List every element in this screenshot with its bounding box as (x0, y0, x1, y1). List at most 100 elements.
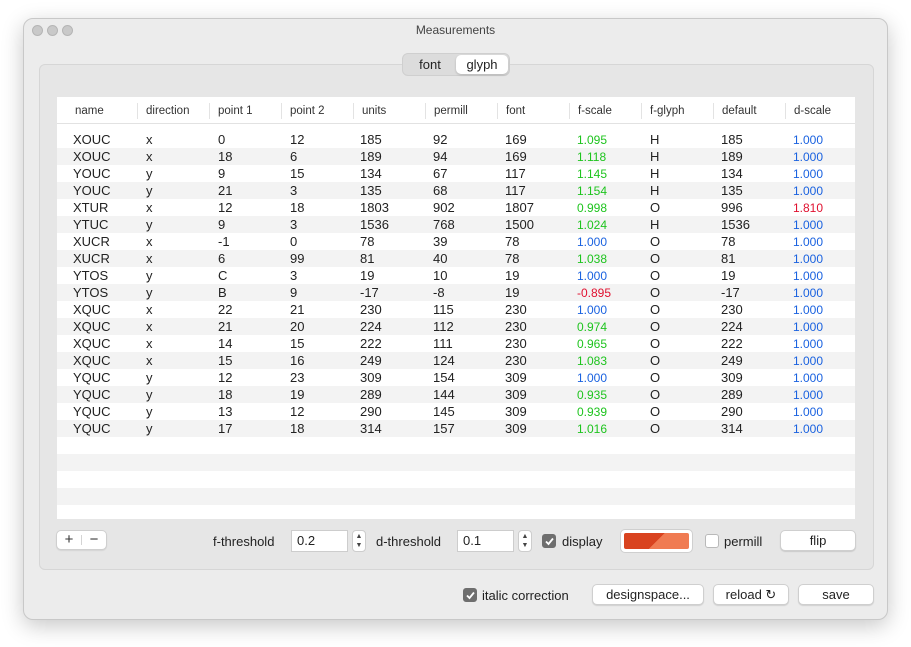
stepper-up-icon[interactable]: ▲ (353, 533, 365, 541)
table-row[interactable]: YTOS y C 3 19 10 19 1.000 O 19 1.000 (57, 267, 855, 284)
cell-point-1: 18 (218, 387, 233, 402)
table-row[interactable]: YQUC y 18 19 289 144 309 0.935 O 289 1.000 (57, 386, 855, 403)
cell-direction: y (146, 387, 153, 402)
cell-d-scale: 1.000 (793, 422, 824, 436)
table-row[interactable]: YQUC y 12 23 309 154 309 1.000 O 309 1.000 (57, 369, 855, 386)
italic-correction-checkbox[interactable] (463, 588, 477, 602)
flip-button[interactable]: flip (780, 530, 856, 551)
cell-point-2: 18 (290, 421, 305, 436)
table-row[interactable]: XOUC x 0 12 185 92 169 1.095 H 185 1.000 (57, 131, 855, 148)
table-row[interactable]: XTUR x 12 18 1803 902 1807 0.998 O 996 1.810 (57, 199, 855, 216)
column-header-f-scale[interactable]: f-scale (569, 103, 641, 119)
d-threshold-stepper[interactable]: ▲ ▼ (518, 530, 532, 552)
f-threshold-input[interactable]: 0.2 (291, 530, 348, 552)
column-header-point-1[interactable]: point 1 (209, 103, 281, 119)
table-row[interactable]: XUCR x 6 99 81 40 78 1.038 O 81 1.000 (57, 250, 855, 267)
cell-direction: x (146, 132, 153, 147)
table-row[interactable]: XUCR x -1 0 78 39 78 1.000 O 78 1.000 (57, 233, 855, 250)
f-threshold-stepper[interactable]: ▲ ▼ (352, 530, 366, 552)
cell-d-scale: 1.000 (793, 405, 824, 419)
cell-f-glyph: H (650, 217, 660, 232)
tab-glyph[interactable]: glyph (456, 55, 508, 74)
cell-font: 1500 (505, 217, 534, 232)
column-header-f-glyph[interactable]: f-glyph (641, 103, 713, 119)
cell-name: YTOS (73, 285, 109, 300)
column-header-point-2[interactable]: point 2 (281, 103, 353, 119)
cell-font: 230 (505, 319, 527, 334)
table-row[interactable]: XOUC x 18 6 189 94 169 1.118 H 189 1.000 (57, 148, 855, 165)
cell-f-glyph: O (650, 268, 661, 283)
cell-default: 314 (721, 421, 743, 436)
table-row[interactable]: YQUC y 13 12 290 145 309 0.939 O 290 1.000 (57, 403, 855, 420)
cell-point-2: 9 (290, 285, 298, 300)
cell-font: 19 (505, 268, 520, 283)
column-header-font[interactable]: font (497, 103, 569, 119)
tab-font[interactable]: font (404, 55, 456, 74)
column-header-direction[interactable]: direction (137, 103, 209, 119)
save-button[interactable]: save (798, 584, 874, 605)
cell-units: 189 (360, 149, 382, 164)
cell-permill: 115 (433, 302, 454, 317)
display-checkbox[interactable] (542, 534, 556, 548)
measurements-window: Measurements font glyph name direction poi… (23, 18, 888, 620)
cell-point-1: 18 (218, 149, 233, 164)
table-row[interactable]: YQUC y 17 18 314 157 309 1.016 O 314 1.000 (57, 420, 855, 437)
table-row[interactable]: YTUC y 9 3 1536 768 1500 1.024 H 1536 1.000 (57, 216, 855, 233)
stepper-up-icon[interactable]: ▲ (519, 533, 531, 541)
cell-permill: 768 (433, 217, 455, 232)
measurements-table[interactable]: name direction point 1 point 2 units permill f… (57, 97, 855, 519)
cell-f-scale: 0.939 (577, 405, 608, 419)
cell-font: 78 (505, 251, 520, 266)
cell-direction: y (146, 166, 153, 181)
table-row[interactable]: XQUC x 21 20 224 112 230 0.974 O 224 1.000 (57, 318, 855, 335)
table-row[interactable]: XQUC x 22 21 230 115 230 1.000 O 230 1.000 (57, 301, 855, 318)
stepper-down-icon[interactable]: ▼ (519, 542, 531, 550)
cell-units: 224 (360, 319, 382, 334)
cell-f-glyph: H (650, 132, 660, 147)
cell-point-2: 12 (290, 132, 305, 147)
empty-row (57, 437, 855, 454)
cell-direction: x (146, 353, 153, 368)
add-row-button[interactable]: + (57, 531, 81, 549)
table-header: name direction point 1 point 2 units permill f… (57, 97, 855, 124)
cell-default: 185 (721, 132, 743, 147)
permill-checkbox[interactable] (705, 534, 719, 548)
add-remove-control: + − (56, 530, 107, 550)
cell-point-2: 19 (290, 387, 305, 402)
cell-default: 222 (721, 336, 743, 351)
display-label: display (562, 534, 603, 549)
cell-default: 290 (721, 404, 743, 419)
cell-direction: x (146, 302, 153, 317)
cell-font: 309 (505, 404, 527, 419)
cell-point-1: 13 (218, 404, 233, 419)
remove-row-button[interactable]: − (82, 531, 106, 549)
column-header-default[interactable]: default (713, 103, 785, 119)
table-row[interactable]: XQUC x 14 15 222 111 230 0.965 O 222 1.000 (57, 335, 855, 352)
column-header-name[interactable]: name (57, 103, 137, 119)
cell-units: 1803 (360, 200, 389, 215)
table-row[interactable]: XQUC x 15 16 249 124 230 1.083 O 249 1.000 (57, 352, 855, 369)
designspace-button[interactable]: designspace... (592, 584, 704, 605)
table-row[interactable]: YOUC y 21 3 135 68 117 1.154 H 135 1.000 (57, 182, 855, 199)
d-threshold-input[interactable]: 0.1 (457, 530, 514, 552)
column-header-permill[interactable]: permill (425, 103, 497, 119)
cell-d-scale: 1.000 (793, 371, 824, 385)
cell-default: 309 (721, 370, 743, 385)
cell-point-2: 16 (290, 353, 305, 368)
cell-f-scale: 1.024 (577, 218, 608, 232)
cell-permill: 40 (433, 251, 448, 266)
cell-direction: y (146, 268, 153, 283)
column-header-d-scale[interactable]: d-scale (785, 103, 855, 119)
table-row[interactable]: YOUC y 9 15 134 67 117 1.145 H 134 1.000 (57, 165, 855, 182)
cell-point-1: 22 (218, 302, 233, 317)
cell-f-glyph: O (650, 200, 661, 215)
color-well[interactable] (620, 529, 693, 553)
table-row[interactable]: YTOS y B 9 -17 -8 19 -0.895 O -17 1.000 (57, 284, 855, 301)
reload-button[interactable]: reload ↻ (713, 584, 789, 605)
cell-name: XOUC (73, 132, 111, 147)
stepper-down-icon[interactable]: ▼ (353, 542, 365, 550)
column-header-units[interactable]: units (353, 103, 425, 119)
cell-permill: 68 (433, 183, 448, 198)
cell-permill: 10 (433, 268, 448, 283)
cell-direction: y (146, 285, 153, 300)
